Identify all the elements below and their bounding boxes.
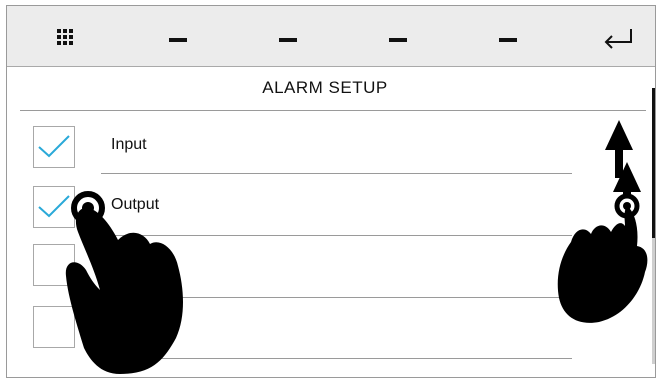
checkmark-icon bbox=[38, 135, 70, 158]
divider bbox=[20, 110, 646, 111]
toolbar-button-4[interactable] bbox=[447, 6, 557, 66]
checkbox-empty[interactable] bbox=[33, 244, 75, 286]
checkmark-icon bbox=[38, 195, 70, 218]
menu-button[interactable] bbox=[7, 6, 117, 66]
checkbox-output[interactable] bbox=[33, 186, 75, 228]
app-window: ALARM SETUP Input Output bbox=[6, 5, 656, 378]
enter-button[interactable] bbox=[547, 6, 655, 66]
toolbar-button-2[interactable] bbox=[227, 6, 337, 66]
divider bbox=[101, 235, 572, 236]
checkbox-empty[interactable] bbox=[33, 306, 75, 348]
dash-icon bbox=[389, 38, 407, 42]
dash-icon bbox=[499, 38, 517, 42]
list-item[interactable]: Input bbox=[7, 116, 607, 178]
grid-menu-icon bbox=[57, 29, 73, 45]
toolbar-button-3[interactable] bbox=[337, 6, 447, 66]
top-toolbar bbox=[7, 6, 655, 67]
list-item[interactable]: Output bbox=[7, 178, 607, 240]
row-label-output: Output bbox=[111, 196, 160, 213]
page-title: ALARM SETUP bbox=[262, 78, 388, 97]
enter-return-icon bbox=[604, 29, 632, 49]
divider bbox=[101, 358, 572, 359]
divider bbox=[101, 297, 572, 298]
row-label-input: Input bbox=[111, 136, 147, 153]
dash-icon bbox=[169, 38, 187, 42]
list-item[interactable] bbox=[7, 240, 607, 302]
divider bbox=[101, 173, 572, 174]
toolbar-button-1[interactable] bbox=[117, 6, 227, 66]
list-item[interactable] bbox=[7, 302, 607, 364]
checkbox-input[interactable] bbox=[33, 126, 75, 168]
scrollbar-thumb[interactable] bbox=[652, 88, 655, 238]
dash-icon bbox=[279, 38, 297, 42]
